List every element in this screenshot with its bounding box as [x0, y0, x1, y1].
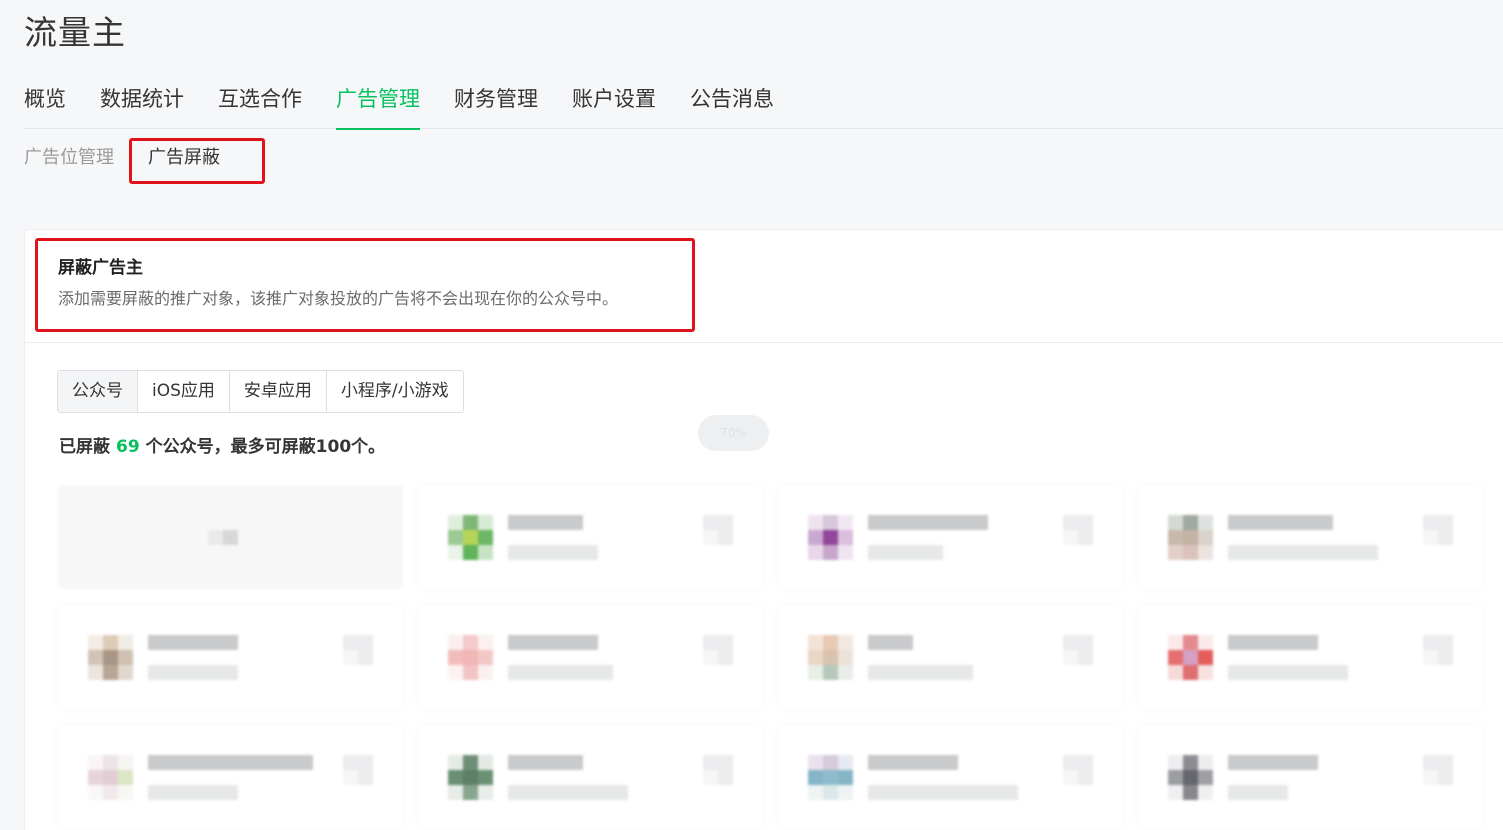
remove-block-button[interactable] [1063, 755, 1093, 785]
blocked-suffix: 个公众号，最多可屏蔽100个。 [145, 437, 386, 457]
blocked-account-card [778, 725, 1123, 829]
remove-block-button[interactable] [1423, 635, 1453, 665]
account-avatar [448, 755, 493, 800]
account-avatar [808, 515, 853, 560]
account-name [508, 755, 583, 770]
type-tab-official-account[interactable]: 公众号 [58, 371, 138, 412]
blocked-account-card [418, 725, 763, 829]
account-meta [508, 665, 613, 680]
add-blocked-account-card[interactable] [58, 485, 403, 589]
section-title: 屏蔽广告主 [58, 258, 143, 278]
account-meta [1228, 785, 1288, 800]
account-avatar [1168, 515, 1213, 560]
tab-account-settings[interactable]: 账户设置 [572, 80, 656, 129]
tab-overview[interactable]: 概览 [24, 80, 66, 129]
remove-block-button[interactable] [1423, 755, 1453, 785]
account-name [868, 755, 958, 770]
remove-block-button[interactable] [1423, 515, 1453, 545]
app-title: 流量主 [24, 13, 126, 52]
blocked-account-card [1138, 605, 1483, 709]
blocked-account-card [58, 605, 403, 709]
tab-data-statistics[interactable]: 数据统计 [100, 80, 184, 129]
subtab-ad-slot-management[interactable]: 广告位管理 [24, 144, 114, 172]
type-tab-ios-app[interactable]: iOS应用 [138, 371, 230, 412]
blocked-account-card [1138, 725, 1483, 829]
tab-finance-management[interactable]: 财务管理 [454, 80, 538, 129]
account-avatar [88, 635, 133, 680]
account-name [1228, 755, 1318, 770]
blocked-account-card [778, 605, 1123, 709]
block-advertiser-panel: 屏蔽广告主 添加需要屏蔽的推广对象，该推广对象投放的广告将不会出现在你的公众号中… [24, 229, 1503, 830]
page: 流量主 概览 数据统计 互选合作 广告管理 财务管理 账户设置 公告消息 广告位… [0, 0, 1503, 830]
blocked-account-card [58, 725, 403, 829]
tab-ad-management[interactable]: 广告管理 [336, 80, 420, 130]
account-meta [148, 785, 238, 800]
remove-block-button[interactable] [703, 755, 733, 785]
remove-block-button[interactable] [703, 515, 733, 545]
account-avatar [448, 635, 493, 680]
type-tab-mini-program[interactable]: 小程序/小游戏 [326, 371, 463, 412]
account-name [868, 635, 913, 650]
type-tab-android-app[interactable]: 安卓应用 [229, 371, 327, 412]
panel-header: 屏蔽广告主 添加需要屏蔽的推广对象，该推广对象投放的广告将不会出现在你的公众号中… [25, 230, 1503, 343]
subtab-ad-blocking[interactable]: 广告屏蔽 [148, 144, 220, 172]
account-avatar [1168, 635, 1213, 680]
blocked-account-card [1138, 485, 1483, 589]
account-avatar [448, 515, 493, 560]
account-meta [868, 785, 1018, 800]
tab-mutual-cooperation[interactable]: 互选合作 [218, 80, 302, 129]
account-name [1228, 515, 1333, 530]
account-meta [868, 665, 973, 680]
account-name [1228, 635, 1318, 650]
tab-announcements[interactable]: 公告消息 [690, 80, 774, 129]
remove-block-button[interactable] [343, 755, 373, 785]
remove-block-button[interactable] [1063, 635, 1093, 665]
account-meta [148, 665, 238, 680]
account-name [148, 755, 313, 770]
blocked-account-card [418, 485, 763, 589]
remove-block-button[interactable] [1063, 515, 1093, 545]
progress-badge: 70% [698, 415, 769, 451]
section-description: 添加需要屏蔽的推广对象，该推广对象投放的广告将不会出现在你的公众号中。 [58, 289, 619, 308]
account-meta [508, 785, 628, 800]
remove-block-button[interactable] [343, 635, 373, 665]
account-avatar [88, 755, 133, 800]
add-icon [208, 530, 238, 545]
blocked-account-card [778, 485, 1123, 589]
account-avatar [1168, 755, 1213, 800]
account-name [148, 635, 238, 650]
account-meta [868, 545, 943, 560]
blocked-account-card [418, 605, 763, 709]
account-meta [1228, 545, 1378, 560]
sub-nav: 广告位管理 广告屏蔽 [24, 144, 254, 172]
blocked-count: 69 [116, 437, 140, 457]
account-meta [508, 545, 598, 560]
account-name [868, 515, 988, 530]
account-avatar [808, 755, 853, 800]
blocked-count-summary: 已屏蔽 69 个公众号，最多可屏蔽100个。 [59, 432, 385, 457]
account-avatar [808, 635, 853, 680]
main-nav: 概览 数据统计 互选合作 广告管理 财务管理 账户设置 公告消息 [24, 80, 1503, 130]
account-name [508, 515, 583, 530]
blocked-prefix: 已屏蔽 [59, 437, 110, 457]
account-meta [1228, 665, 1348, 680]
remove-block-button[interactable] [703, 635, 733, 665]
type-segmented-control: 公众号 iOS应用 安卓应用 小程序/小游戏 [57, 370, 464, 413]
account-name [508, 635, 598, 650]
